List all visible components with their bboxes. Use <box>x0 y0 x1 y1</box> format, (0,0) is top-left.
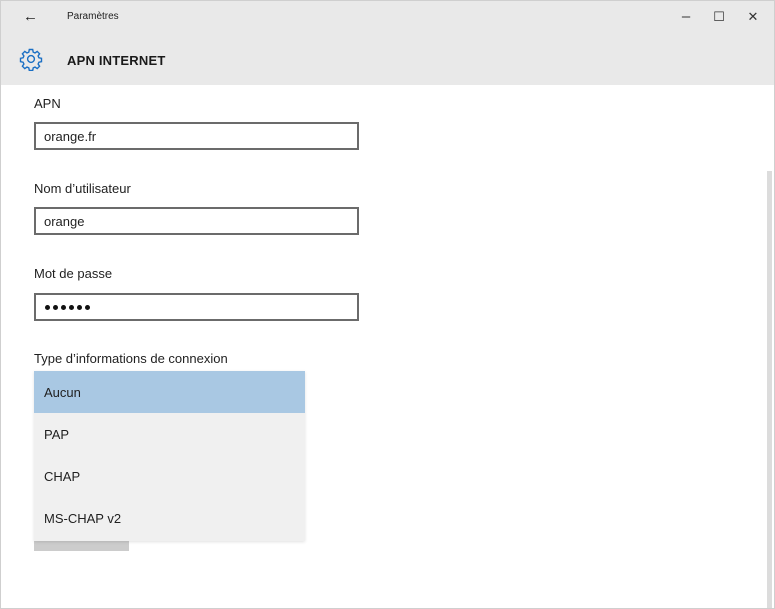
username-label: Nom d’utilisateur <box>34 181 131 196</box>
close-button[interactable]: ✕ <box>738 5 768 29</box>
password-mask <box>45 305 90 310</box>
option-label: MS-CHAP v2 <box>44 511 122 526</box>
password-input[interactable] <box>34 293 359 321</box>
option-ms-chap-v2[interactable]: MS-CHAP v2 <box>34 497 305 539</box>
vertical-scrollbar[interactable] <box>767 171 772 608</box>
option-pap[interactable]: PAP <box>34 413 305 455</box>
password-dot <box>69 305 74 310</box>
title-bar: ← Paramètres – ☐ ✕ <box>1 1 774 35</box>
username-value: orange <box>44 214 85 229</box>
password-dot <box>77 305 82 310</box>
gear-icon <box>19 48 43 71</box>
username-input[interactable]: orange <box>34 207 359 235</box>
auth-type-label: Type d’informations de connexion <box>34 351 228 366</box>
option-chap[interactable]: CHAP <box>34 455 305 497</box>
maximize-button[interactable]: ☐ <box>704 5 734 29</box>
apn-value: orange.fr <box>44 129 97 144</box>
password-dot <box>45 305 50 310</box>
password-dot <box>61 305 66 310</box>
page-title: APN INTERNET <box>67 53 166 68</box>
settings-window: ← Paramètres – ☐ ✕ APN INTERNET APN oran… <box>0 0 775 609</box>
auth-type-dropdown[interactable]: Aucun PAP CHAP MS-CHAP v2 <box>34 371 305 541</box>
option-aucun[interactable]: Aucun <box>34 371 305 413</box>
option-label: CHAP <box>44 469 81 484</box>
app-title: Paramètres <box>67 11 119 22</box>
option-label: PAP <box>44 427 70 442</box>
password-dot <box>53 305 58 310</box>
option-label: Aucun <box>44 385 81 400</box>
page-header: APN INTERNET <box>1 35 774 85</box>
password-dot <box>85 305 90 310</box>
apn-input[interactable]: orange.fr <box>34 122 359 150</box>
password-label: Mot de passe <box>34 266 113 281</box>
minimize-button[interactable]: – <box>671 5 701 29</box>
back-arrow-icon[interactable]: ← <box>23 8 38 26</box>
apn-label: APN <box>34 96 61 111</box>
